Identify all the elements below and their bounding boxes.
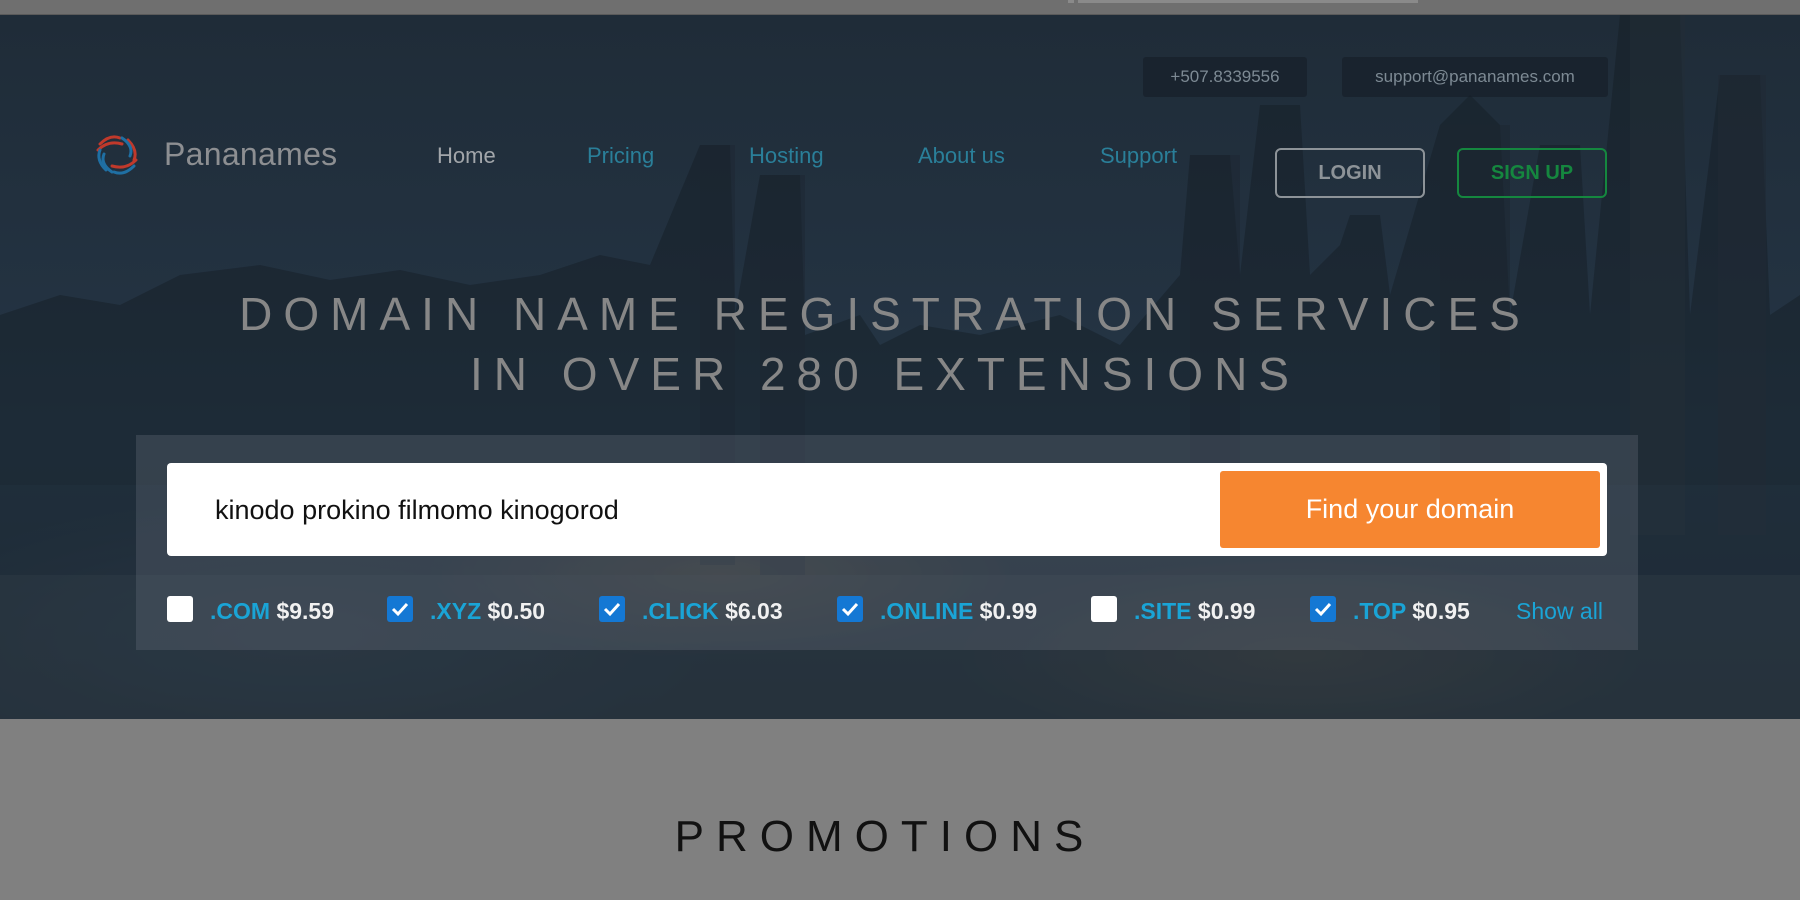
hero-headline: DOMAIN NAME REGISTRATION SERVICES IN OVE… [0, 284, 1770, 404]
extension-name: .XYZ [430, 598, 482, 624]
logo-text: Pananames [164, 136, 338, 172]
checkbox-unchecked[interactable] [1091, 596, 1117, 622]
domain-search-input[interactable] [213, 463, 1217, 558]
top-bar-segment [1078, 0, 1418, 3]
extension-price: $0.95 [1412, 598, 1470, 624]
pananames-logo[interactable]: Pananames [92, 130, 362, 180]
phone-contact[interactable]: +507.8339556 [1143, 57, 1307, 97]
extension-label: .COM $9.59 [210, 598, 334, 625]
checkmark-icon [391, 602, 409, 617]
checkbox-checked[interactable] [837, 596, 863, 622]
browser-top-bar [0, 0, 1800, 15]
checkbox-checked[interactable] [1310, 596, 1336, 622]
find-domain-button[interactable]: Find your domain [1220, 471, 1600, 548]
extension-name: .COM [210, 598, 271, 624]
nav-pricing[interactable]: Pricing [587, 143, 654, 169]
extension-price: $9.59 [276, 598, 335, 624]
nav-about-us[interactable]: About us [918, 143, 1005, 169]
logo-mark-icon [96, 135, 138, 175]
extension-price: $0.99 [1197, 598, 1256, 624]
extension-label: .SITE $0.99 [1134, 598, 1255, 625]
checkbox-unchecked[interactable] [167, 596, 193, 622]
extension-label: .TOP $0.95 [1353, 598, 1470, 625]
show-all-extensions-link[interactable]: Show all [1516, 598, 1603, 625]
nav-support[interactable]: Support [1100, 143, 1177, 169]
nav-home[interactable]: Home [437, 143, 496, 169]
extension-label: .ONLINE $0.99 [880, 598, 1037, 625]
checkmark-icon [841, 602, 859, 617]
top-bar-segment [1068, 0, 1074, 3]
extension-name: .SITE [1134, 598, 1192, 624]
extension-name: .ONLINE [880, 598, 974, 624]
email-contact[interactable]: support@pananames.com [1342, 57, 1608, 97]
nav-hosting[interactable]: Hosting [749, 143, 824, 169]
checkmark-icon [1314, 602, 1332, 617]
checkmark-icon [603, 602, 621, 617]
extension-label: .XYZ $0.50 [430, 598, 545, 625]
checkbox-checked[interactable] [387, 596, 413, 622]
promotions-heading: PROMOTIONS [674, 812, 1096, 861]
extension-price: $0.99 [979, 598, 1038, 624]
checkbox-checked[interactable] [599, 596, 625, 622]
extension-label: .CLICK $6.03 [642, 598, 783, 625]
extension-price: $6.03 [725, 598, 783, 624]
extension-price: $0.50 [487, 598, 546, 624]
extension-name: .TOP [1353, 598, 1406, 624]
signup-button[interactable]: SIGN UP [1457, 148, 1607, 198]
headline-line-2: IN OVER 280 EXTENSIONS [470, 348, 1300, 400]
login-button[interactable]: LOGIN [1275, 148, 1425, 198]
headline-line-1: DOMAIN NAME REGISTRATION SERVICES [239, 288, 1531, 340]
extension-name: .CLICK [642, 598, 719, 624]
